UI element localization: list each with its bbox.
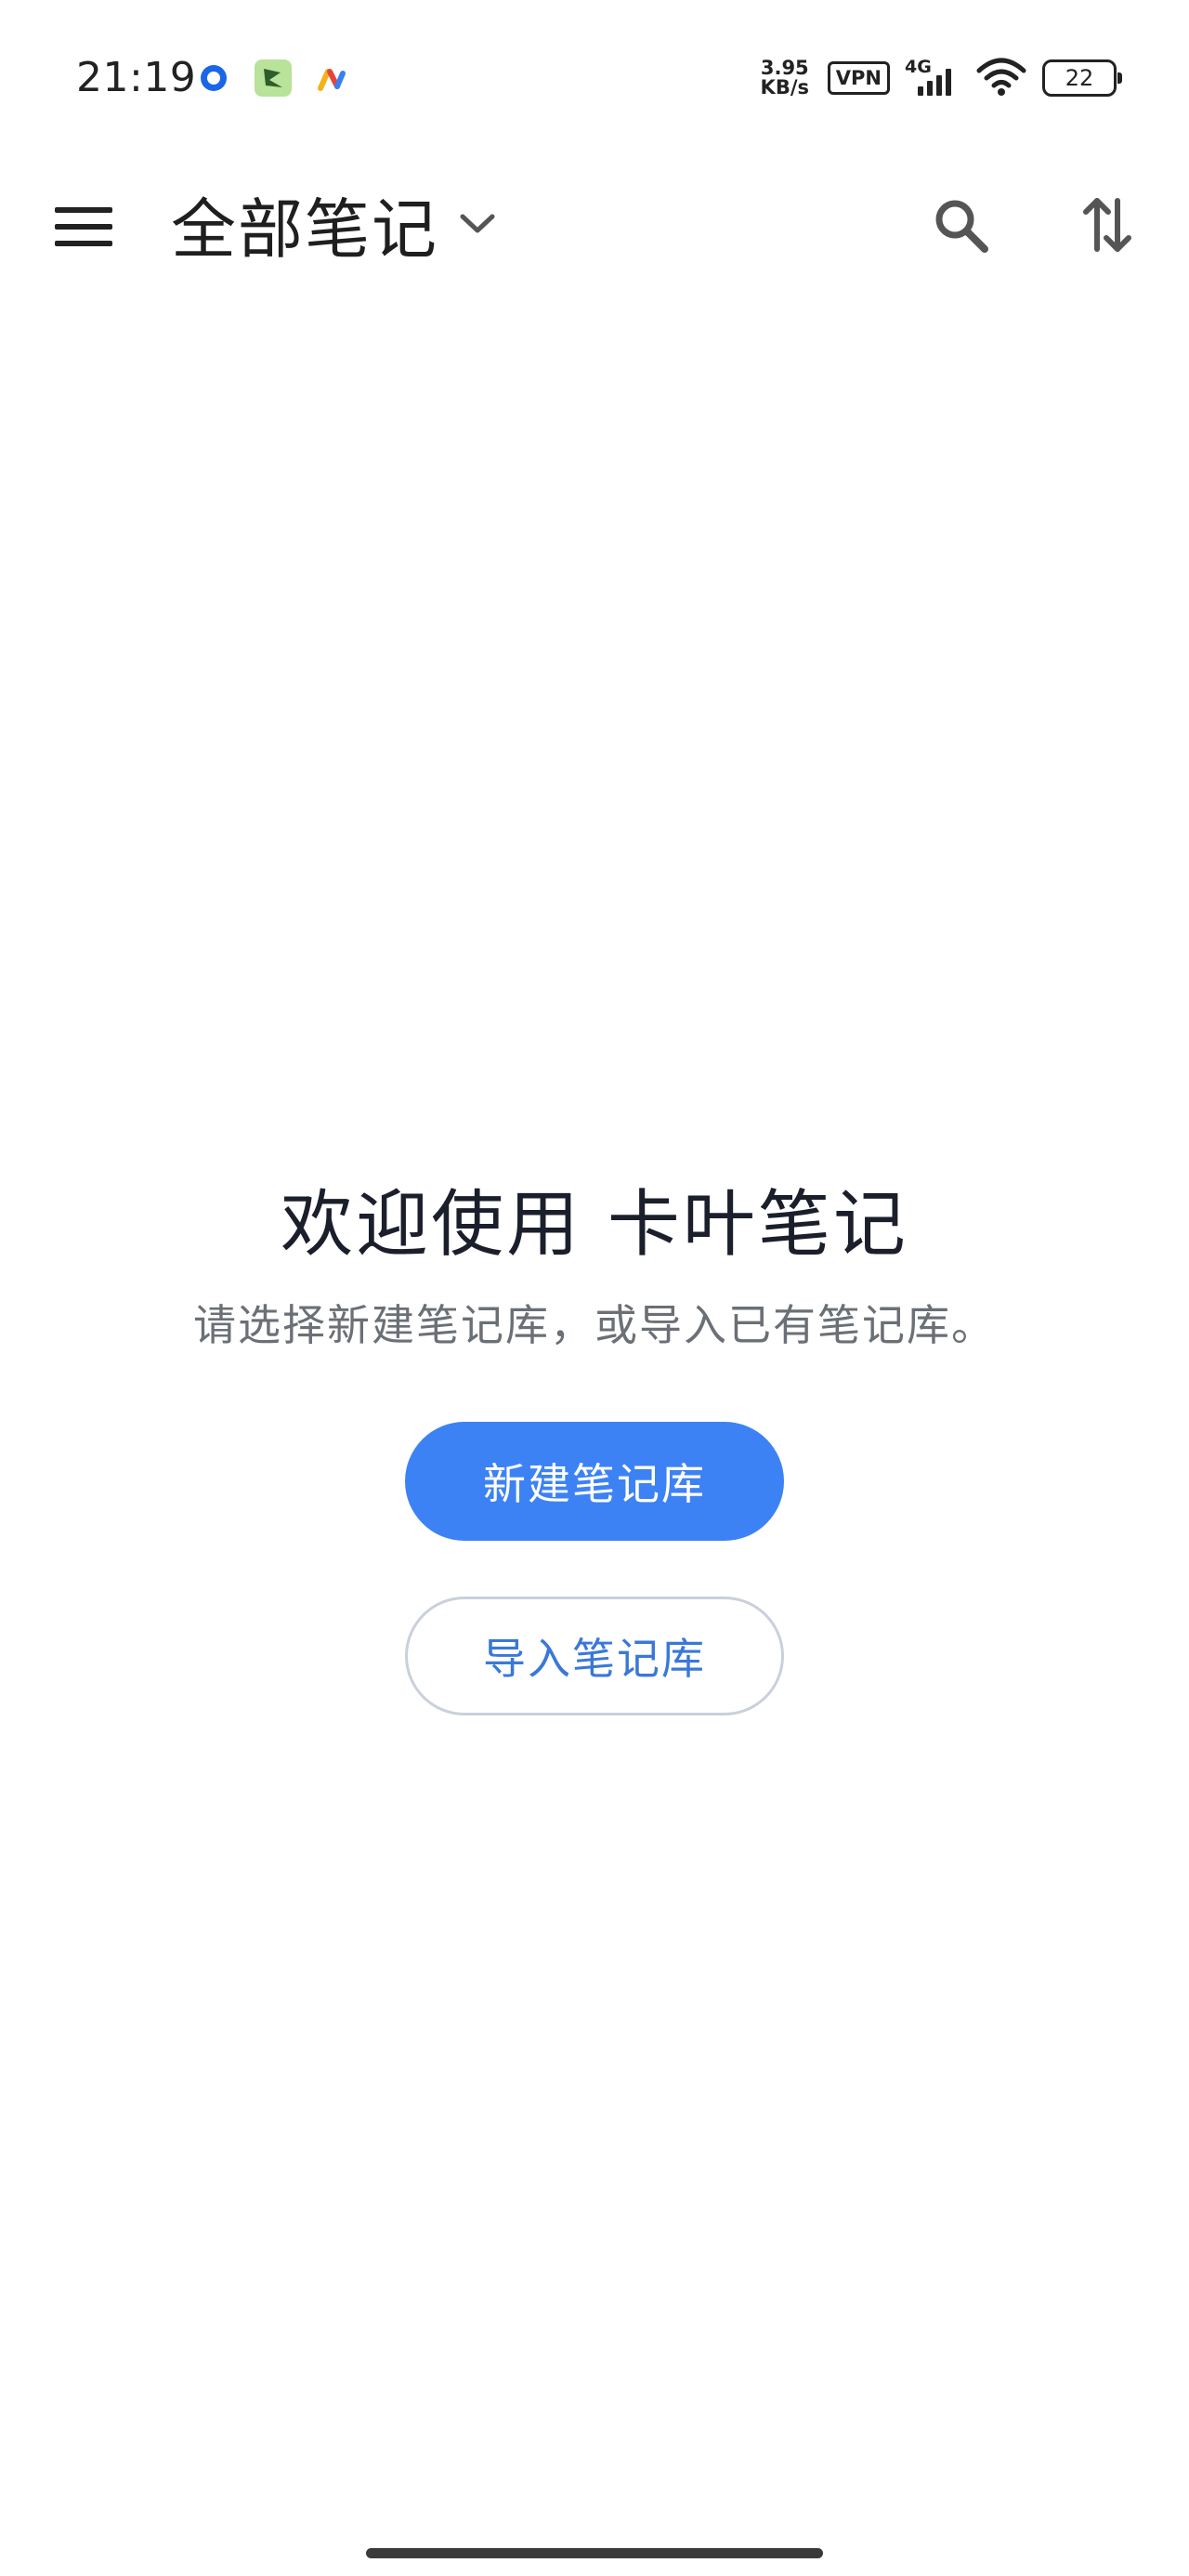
app-bar: 全部笔记 xyxy=(0,158,1189,288)
welcome-title: 欢迎使用 卡叶笔记 xyxy=(281,1183,908,1267)
net-speed-unit: KB/s xyxy=(760,76,809,99)
gesture-bar[interactable] xyxy=(366,2548,823,2558)
blue-circle-app-icon xyxy=(195,59,232,97)
system-status: 3.95 KB/s VPN 4G 22 xyxy=(757,56,1122,100)
net-speed: 3.95 KB/s xyxy=(757,59,813,98)
notebook-selector[interactable]: 全部笔记 xyxy=(171,175,496,273)
search-button[interactable] xyxy=(921,186,1000,264)
battery-level: 22 xyxy=(1065,65,1094,91)
notification-icons xyxy=(195,59,351,97)
import-notebook-label: 导入笔记库 xyxy=(483,1634,706,1684)
create-notebook-button[interactable]: 新建笔记库 xyxy=(405,1422,784,1541)
import-notebook-button[interactable]: 导入笔记库 xyxy=(405,1597,784,1715)
sort-button[interactable] xyxy=(1068,186,1146,264)
wifi-icon xyxy=(975,56,1027,100)
status-time: 21:19 xyxy=(76,54,197,101)
vpn-badge: VPN xyxy=(827,61,890,95)
menu-button[interactable] xyxy=(48,191,119,262)
create-notebook-label: 新建笔记库 xyxy=(483,1459,706,1509)
page-title: 全部笔记 xyxy=(171,191,438,268)
green-app-icon xyxy=(255,59,292,97)
menu-icon xyxy=(55,207,112,246)
sort-icon xyxy=(1083,198,1131,252)
net-speed-value: 3.95 xyxy=(760,57,809,79)
battery-icon: 22 xyxy=(1042,59,1122,97)
status-bar: 21:19 3.95 KB/s VPN 4G 22 xyxy=(0,0,1189,158)
multicolor-app-icon xyxy=(314,59,351,97)
signal-icon: 4G xyxy=(905,57,960,99)
welcome-subtitle: 请选择新建笔记库，或导入已有笔记库。 xyxy=(193,1300,996,1350)
chevron-down-icon xyxy=(460,214,495,233)
search-icon xyxy=(935,200,988,253)
